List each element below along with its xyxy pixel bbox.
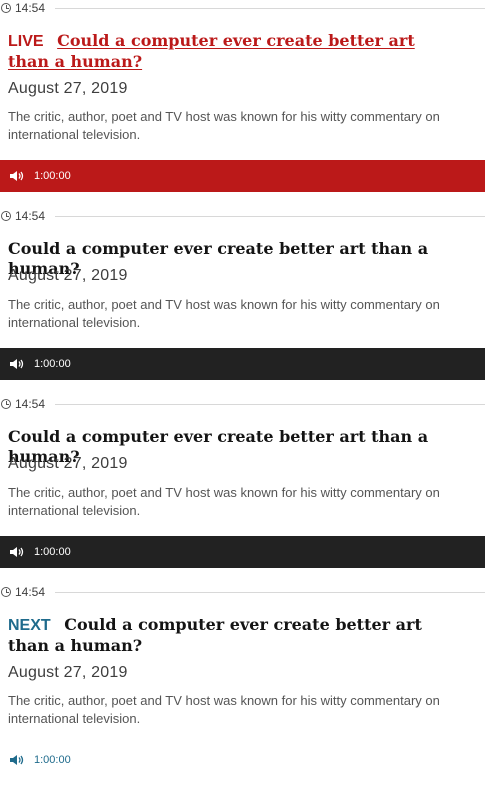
schedule-item: 14:54 Could a computer ever create bette… (0, 208, 485, 396)
divider (55, 215, 485, 217)
speaker-icon (9, 545, 27, 559)
play-button[interactable]: 1:00:00 (0, 348, 485, 380)
time-row: 14:54 (0, 584, 485, 600)
time-row: 14:54 (0, 0, 485, 16)
title-text[interactable]: Could a computer ever create better art … (8, 615, 422, 655)
play-button[interactable]: 1:00:00 (0, 160, 485, 192)
item-title[interactable]: LIVE Could a computer ever create better… (8, 31, 458, 72)
duration-label: 1:00:00 (34, 170, 71, 182)
item-date: August 27, 2019 (8, 267, 128, 284)
item-description: The critic, author, poet and TV host was… (8, 109, 440, 142)
title-text[interactable]: Could a computer ever create better art … (8, 31, 415, 71)
item-date: August 27, 2019 (8, 455, 128, 472)
item-description: The critic, author, poet and TV host was… (8, 693, 440, 726)
speaker-icon (9, 357, 27, 371)
play-button[interactable]: 1:00:00 (0, 536, 485, 568)
clock-icon (1, 211, 11, 221)
duration-label: 1:00:00 (34, 546, 71, 558)
item-date: August 27, 2019 (8, 664, 128, 681)
clock-icon (1, 399, 11, 409)
divider (55, 7, 485, 9)
schedule-item-next: 14:54 NEXT Could a computer ever create … (0, 584, 485, 772)
next-badge: NEXT (8, 617, 51, 634)
clock-icon (1, 587, 11, 597)
time-row: 14:54 (0, 208, 485, 224)
divider (55, 403, 485, 405)
time-label: 14:54 (15, 397, 46, 411)
duration-label: 1:00:00 (34, 754, 71, 766)
speaker-icon (9, 753, 27, 767)
duration-label: 1:00:00 (34, 358, 71, 370)
time-label: 14:54 (15, 585, 46, 599)
item-title[interactable]: NEXT Could a computer ever create better… (8, 615, 458, 656)
item-date: August 27, 2019 (8, 80, 128, 97)
time-label: 14:54 (15, 1, 46, 15)
time-row: 14:54 (0, 396, 485, 412)
speaker-icon (9, 169, 27, 183)
clock-icon (1, 3, 11, 13)
item-description: The critic, author, poet and TV host was… (8, 297, 440, 330)
schedule-item: 14:54 Could a computer ever create bette… (0, 396, 485, 584)
live-badge: LIVE (8, 33, 44, 50)
schedule-item-live: 14:54 LIVE Could a computer ever create … (0, 0, 485, 192)
play-button[interactable]: 1:00:00 (0, 744, 485, 776)
divider (55, 591, 485, 593)
item-description: The critic, author, poet and TV host was… (8, 485, 440, 518)
time-label: 14:54 (15, 209, 46, 223)
